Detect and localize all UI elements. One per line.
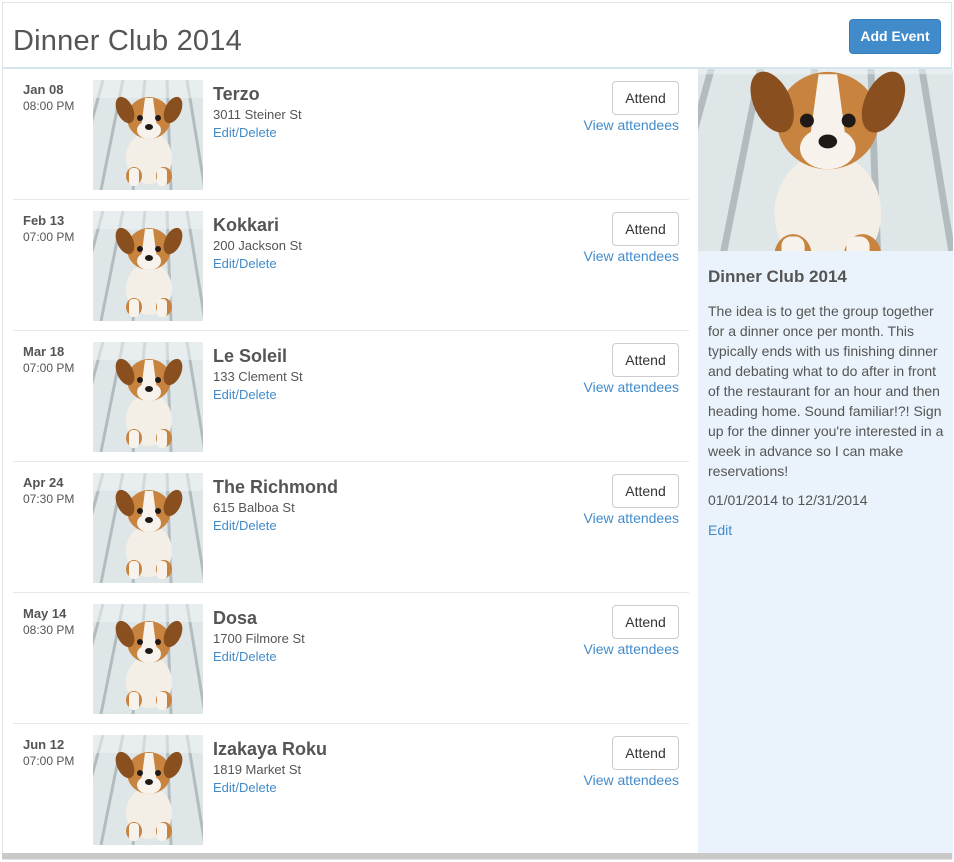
event-date: Jan 08 [23,82,64,97]
sidebar-date-range: 01/01/2014 to 12/31/2014 [708,492,868,508]
puppy-photo [698,69,953,251]
event-date: Apr 24 [23,475,64,490]
edit-delete-link[interactable]: Edit/Delete [213,256,277,271]
event-name: Dosa [213,608,258,628]
view-attendees-link[interactable]: View attendees [584,117,679,133]
attend-button[interactable]: Attend [612,81,679,115]
event-address: 133 Clement St [213,369,303,384]
sidebar-description: The idea is to get the group together fo… [708,303,944,479]
event-name: The Richmond [213,477,338,497]
event-time: 07:00 PM [23,754,75,768]
puppy-photo [93,80,203,190]
event-address: 615 Balboa St [213,500,295,515]
club-info-sidebar: Dinner Club 2014 The idea is to get the … [698,69,953,859]
view-attendees-link[interactable]: View attendees [584,772,679,788]
event-time: 08:00 PM [23,99,75,113]
event-time: 08:30 PM [23,623,75,637]
event-row: Feb 13 07:00 PM Kokkari 200 Jackson St E… [13,200,689,331]
event-address: 200 Jackson St [213,238,302,253]
event-address: 3011 Steiner St [213,107,302,122]
edit-delete-link[interactable]: Edit/Delete [213,518,277,533]
attend-button[interactable]: Attend [612,343,679,377]
puppy-photo [93,342,203,452]
event-date: May 14 [23,606,67,621]
event-name: Terzo [213,84,260,104]
attend-button[interactable]: Attend [612,474,679,508]
add-event-button[interactable]: Add Event [849,19,941,54]
event-name: Izakaya Roku [213,739,328,759]
view-attendees-link[interactable]: View attendees [584,510,679,526]
puppy-photo [93,604,203,714]
event-row: May 14 08:30 PM Dosa 1700 Filmore St Edi… [13,593,689,724]
puppy-photo [93,735,203,845]
event-address: 1819 Market St [213,762,302,777]
puppy-photo [93,211,203,321]
app-window: Dinner Club 2014 Add Event Jan 08 08:00 … [2,2,953,860]
event-date: Jun 12 [23,737,65,752]
event-address: 1700 Filmore St [213,631,305,646]
sidebar-title: Dinner Club 2014 [708,267,847,286]
puppy-photo [93,473,203,583]
horizontal-scrollbar[interactable] [2,853,952,859]
edit-delete-link[interactable]: Edit/Delete [213,780,277,795]
event-time: 07:30 PM [23,492,75,506]
event-row: Apr 24 07:30 PM The Richmond 615 Balboa … [13,462,689,593]
view-attendees-link[interactable]: View attendees [584,248,679,264]
event-name: Le Soleil [213,346,288,366]
event-list: Jan 08 08:00 PM Terzo 3011 Steiner St Ed… [13,69,689,855]
edit-delete-link[interactable]: Edit/Delete [213,125,277,140]
event-time: 07:00 PM [23,230,75,244]
event-row: Jun 12 07:00 PM Izakaya Roku 1819 Market… [13,724,689,855]
page-title: Dinner Club 2014 [13,25,242,57]
event-date: Feb 13 [23,213,65,228]
view-attendees-link[interactable]: View attendees [584,379,679,395]
event-row: Jan 08 08:00 PM Terzo 3011 Steiner St Ed… [13,69,689,200]
event-date: Mar 18 [23,344,65,359]
edit-delete-link[interactable]: Edit/Delete [213,649,277,664]
event-row: Mar 18 07:00 PM Le Soleil 133 Clement St… [13,331,689,462]
attend-button[interactable]: Attend [612,212,679,246]
event-time: 07:00 PM [23,361,75,375]
attend-button[interactable]: Attend [612,605,679,639]
event-name: Kokkari [213,215,280,235]
edit-delete-link[interactable]: Edit/Delete [213,387,277,402]
attend-button[interactable]: Attend [612,736,679,770]
sidebar-edit-link[interactable]: Edit [708,522,732,538]
page-header: Dinner Club 2014 Add Event [3,3,951,69]
view-attendees-link[interactable]: View attendees [584,641,679,657]
